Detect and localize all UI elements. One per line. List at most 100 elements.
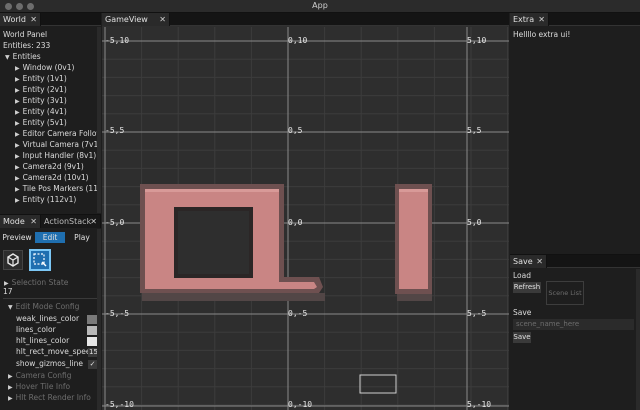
extra-panel: Extra ✕ Hellllo extra ui!	[510, 13, 640, 253]
tab-save[interactable]: Save ✕	[510, 255, 547, 268]
hlt-rect-render-info-section[interactable]: ▶ Hlt Rect Render Info	[8, 393, 91, 404]
close-icon[interactable]: ✕	[538, 13, 545, 26]
coord-label: 0,-10	[288, 400, 313, 409]
tree-item[interactable]: ▶ Entity (5v1)	[15, 118, 67, 129]
window-titlebar: App	[0, 0, 640, 13]
tree-item-label: Camera2d (9v1)	[22, 162, 84, 171]
coord-label: -5,-10	[105, 400, 134, 409]
tab-actionstack-label: ActionStack	[44, 217, 92, 226]
tree-item[interactable]: ▶ Input Handler (8v1)	[15, 151, 96, 162]
tree-item-label: Camera2d (10v1)	[22, 173, 89, 182]
expand-right-icon: ▶	[8, 384, 13, 391]
tree-item[interactable]: ▶ Entity (112v1)	[15, 195, 76, 206]
edit-mode-config-header[interactable]: ▼ Edit Mode Config	[8, 302, 79, 313]
select-rect-icon	[33, 253, 47, 267]
config-label-hlt-rect-move-speed: hlt_rect_move_speed	[16, 347, 96, 356]
selection-state-label: Selection State	[11, 278, 69, 287]
extra-text: Hellllo extra ui!	[513, 30, 571, 39]
tree-root-entities[interactable]: ▼ Entities	[5, 52, 41, 63]
expand-right-icon: ▶	[15, 65, 20, 72]
tree-item[interactable]: ▶ Camera2d (10v1)	[15, 173, 89, 184]
config-label-weak-lines-color: weak_lines_color	[16, 314, 80, 323]
window-title: App	[312, 1, 328, 10]
extra-tabbar: Extra ✕	[510, 13, 640, 26]
tree-item[interactable]: ▶ Entity (1v1)	[15, 74, 67, 85]
refresh-button[interactable]: Refresh	[513, 282, 541, 293]
tree-item[interactable]: ▶ Window (0v1)	[15, 63, 74, 74]
config-label-show-gizmos-line: show_gizmos_line	[16, 359, 84, 368]
expand-right-icon: ▶	[15, 131, 20, 138]
coord-label: -5,-5	[105, 309, 130, 318]
hover-tile-info-section[interactable]: ▶ Hover Tile Info	[8, 382, 70, 393]
camera-config-section[interactable]: ▶ Camera Config	[8, 371, 72, 382]
tree-item-label: Editor Camera Follow Tar	[22, 129, 101, 138]
mode-tabbar: Mode ✕ ActionStack ✕	[0, 215, 101, 228]
tab-extra[interactable]: Extra ✕	[510, 13, 549, 26]
tree-item-label: Input Handler (8v1)	[22, 151, 97, 160]
select-rect-tool-button[interactable]	[29, 249, 51, 271]
coord-label: 5,-5	[467, 309, 487, 318]
tree-root-label: Entities	[12, 52, 41, 61]
tab-gameview[interactable]: GameView ✕	[102, 13, 170, 26]
expand-right-icon: ▶	[15, 142, 20, 149]
tree-item[interactable]: ▶ Entity (3v1)	[15, 96, 67, 107]
expand-right-icon: ▶	[15, 197, 20, 204]
tab-mode-label: Mode	[3, 217, 25, 226]
coord-label: 0,0	[288, 218, 303, 227]
tree-item[interactable]: ▶ Entity (2v1)	[15, 85, 67, 96]
selection-state-row[interactable]: ▶ Selection State	[4, 278, 68, 289]
expand-right-icon: ▶	[15, 186, 20, 193]
world-scrollbar[interactable]	[97, 27, 101, 213]
coord-label: 0,-5	[288, 309, 308, 318]
tab-world[interactable]: World ✕	[0, 13, 41, 26]
tree-item[interactable]: ▶ Virtual Camera (7v1)	[15, 140, 101, 151]
expand-right-icon: ▶	[15, 120, 20, 127]
close-icon[interactable]: ✕	[30, 215, 37, 228]
tree-item-label: Entity (5v1)	[22, 118, 67, 127]
mode-play-button[interactable]: Play	[67, 232, 97, 243]
tree-item-label: Entity (3v1)	[22, 96, 67, 105]
tab-save-label: Save	[513, 257, 533, 266]
coord-label: -5,5	[105, 126, 125, 135]
expand-right-icon: ▶	[15, 87, 20, 94]
gameview-tabbar: GameView ✕	[102, 13, 509, 26]
coord-label: 5,0	[467, 218, 482, 227]
mode-preview-button[interactable]: Preview	[2, 232, 32, 243]
edit-mode-config-label: Edit Mode Config	[15, 302, 80, 311]
save-heading: Save	[513, 308, 532, 317]
world-tabbar: World ✕	[0, 13, 101, 26]
expand-right-icon: ▶	[15, 153, 20, 160]
game-view-canvas[interactable]	[102, 27, 509, 410]
close-icon[interactable]: ✕	[536, 255, 543, 268]
entity-count: Entities: 233	[3, 41, 51, 50]
close-icon[interactable]: ✕	[159, 13, 166, 26]
hover-tile-info-label: Hover Tile Info	[15, 382, 71, 391]
expand-right-icon: ▶	[15, 164, 20, 171]
tree-item-label: Tile Pos Markers (11v1)	[22, 184, 101, 193]
expand-down-icon: ▼	[5, 54, 10, 61]
tree-item[interactable]: ▶ Entity (4v1)	[15, 107, 67, 118]
close-icon[interactable]: ✕	[90, 215, 97, 228]
save-scrollbar[interactable]	[636, 269, 640, 410]
tree-item[interactable]: ▶Tile Pos Markers (11v1)	[15, 184, 101, 195]
coord-label: 5,5	[467, 126, 482, 135]
tree-item-label: Entity (112v1)	[22, 195, 77, 204]
show-gizmos-line-checkbox[interactable]: ✓	[88, 360, 97, 369]
save-tabbar: Save ✕	[510, 255, 640, 268]
expand-right-icon: ▶	[8, 373, 13, 380]
tree-item[interactable]: ▶ Camera2d (9v1)	[15, 162, 84, 173]
scene-list[interactable]: Scene List	[546, 281, 584, 305]
mode-edit-button[interactable]: Edit	[35, 232, 65, 243]
coord-label: -5,0	[105, 218, 125, 227]
tree-item-label: Window (0v1)	[22, 63, 75, 72]
tab-actionstack[interactable]: ActionStack ✕	[41, 215, 101, 228]
coord-label: 0,10	[288, 36, 308, 45]
mode-scrollbar[interactable]	[97, 229, 101, 410]
scene-name-input[interactable]: scene_name_here	[513, 319, 634, 330]
save-button[interactable]: Save	[513, 332, 531, 343]
entity-tool-button[interactable]	[3, 250, 23, 270]
tab-gameview-label: GameView	[105, 15, 148, 24]
tab-mode[interactable]: Mode ✕	[0, 215, 41, 228]
close-icon[interactable]: ✕	[30, 13, 37, 26]
tree-item[interactable]: ▶Editor Camera Follow Tar	[15, 129, 101, 140]
